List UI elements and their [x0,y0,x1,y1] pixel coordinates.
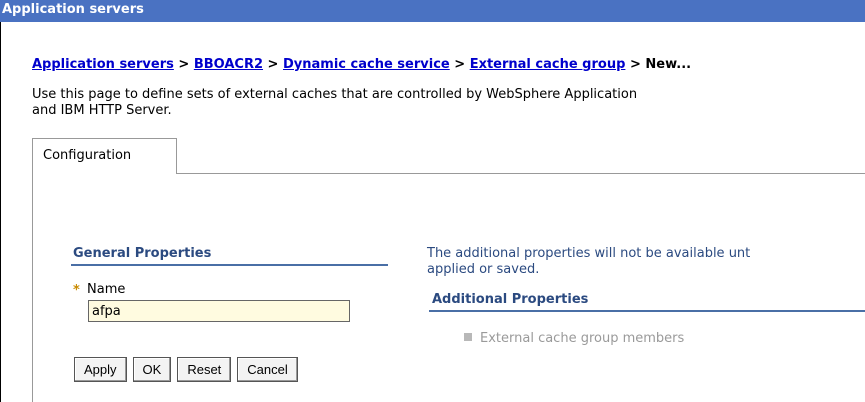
breadcrumb-separator: > [178,57,190,72]
general-properties-rule [71,264,388,266]
ok-button[interactable]: OK [132,357,172,382]
page-description-line: and IBM HTTP Server. [32,103,172,118]
breadcrumb-link-application-servers[interactable]: Application servers [32,57,174,72]
breadcrumb-link-dynamic-cache-service[interactable]: Dynamic cache service [283,57,450,72]
apply-button[interactable]: Apply [74,357,127,382]
page-description-line: Use this page to define sets of external… [32,87,638,102]
name-input[interactable] [88,300,350,322]
form-buttons: Apply OK Reset Cancel [74,357,298,382]
page-description: Use this page to define sets of external… [32,87,865,119]
additional-properties-note: The additional properties will not be av… [427,246,865,278]
general-properties-heading: General Properties [73,246,212,261]
required-icon: * [73,283,80,298]
note-line: applied or saved. [427,262,540,277]
left-border [0,22,1,402]
additional-properties-rule [429,310,865,312]
breadcrumb-separator: > [267,57,279,72]
external-cache-group-members-item: External cache group members [464,331,684,346]
reset-button[interactable]: Reset [177,357,232,382]
breadcrumb: Application servers > BBOACR2 > Dynamic … [32,57,691,72]
external-cache-group-members-label: External cache group members [480,331,685,346]
tab-configuration[interactable]: Configuration [32,138,177,174]
breadcrumb-separator: > [454,57,466,72]
window-title: Application servers [0,0,865,22]
breadcrumb-separator: > [629,57,641,72]
bullet-icon [464,333,472,341]
tab-bar-rule [177,173,865,174]
name-label: Name [87,282,126,297]
breadcrumb-link-external-cache-group[interactable]: External cache group [470,57,626,72]
panel-border [32,174,33,402]
breadcrumb-current: New... [645,57,692,72]
cancel-button[interactable]: Cancel [237,357,298,382]
note-line: The additional properties will not be av… [427,246,751,261]
additional-properties-heading: Additional Properties [432,292,589,307]
breadcrumb-link-bboacr2[interactable]: BBOACR2 [194,57,263,72]
